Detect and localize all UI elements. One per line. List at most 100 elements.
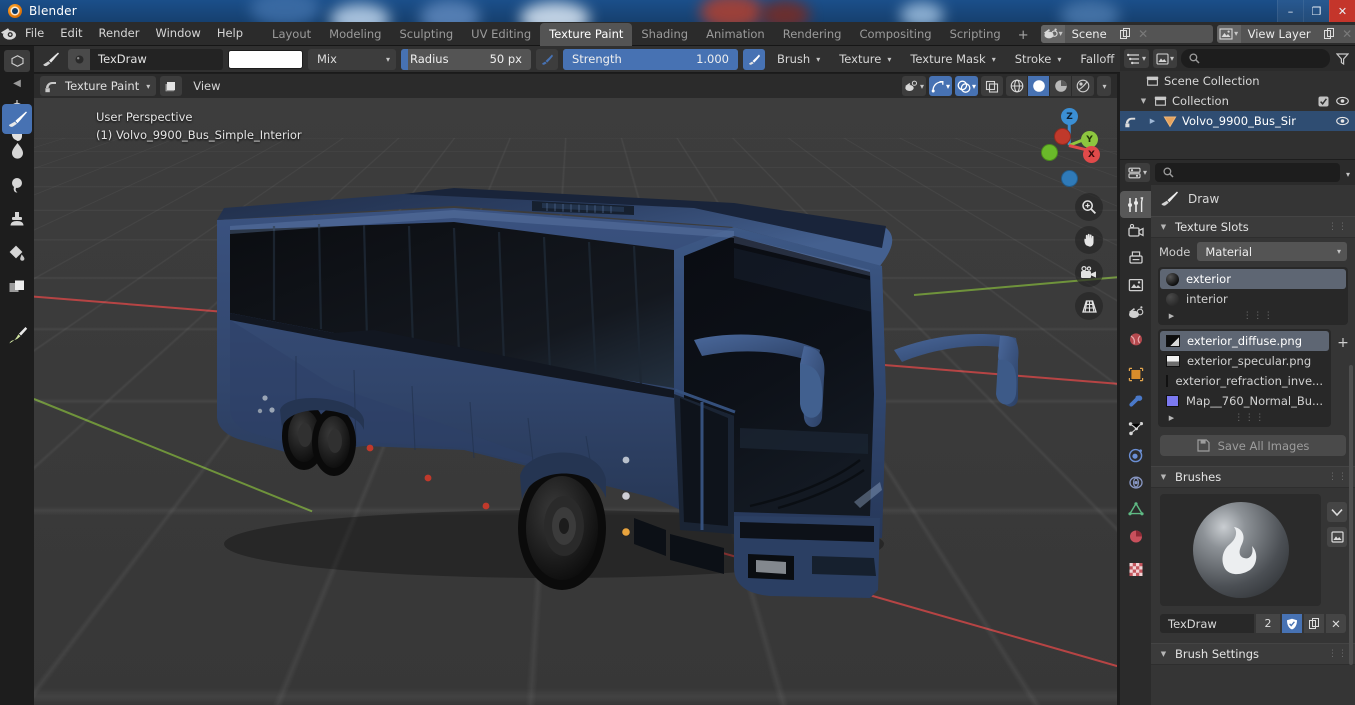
collapse-toolbar-icon[interactable]: ◀ <box>13 78 21 89</box>
stroke-menu[interactable]: Stroke ▾ <box>1008 49 1069 70</box>
workspace-tab-sculpting[interactable]: Sculpting <box>390 23 462 46</box>
workspace-tab-layout[interactable]: Layout <box>263 23 320 46</box>
tab-tool[interactable] <box>1120 191 1151 218</box>
zoom-icon[interactable] <box>1075 193 1103 221</box>
tab-view-layer[interactable] <box>1120 272 1151 299</box>
filter-icon[interactable] <box>1334 52 1351 65</box>
tab-particles[interactable] <box>1120 415 1151 442</box>
outliner-row-bus-object[interactable]: ▶ Volvo_9900_Bus_Sir <box>1120 111 1355 131</box>
maximize-button[interactable]: ❐ <box>1303 0 1329 22</box>
outliner-row-scene-collection[interactable]: Scene Collection <box>1120 71 1355 91</box>
tab-texture[interactable] <box>1120 556 1151 583</box>
menu-render[interactable]: Render <box>91 23 148 44</box>
object-icon[interactable] <box>160 76 183 96</box>
properties-body[interactable]: Draw ▼ Texture Slots ⋮⋮ Mode Material ▾ … <box>1151 185 1355 705</box>
tab-material[interactable] <box>1120 523 1151 550</box>
tab-object[interactable] <box>1120 361 1151 388</box>
gizmo-axis-y-neg[interactable] <box>1041 144 1058 161</box>
menu-file[interactable]: File <box>17 23 52 44</box>
new-scene-button[interactable] <box>1116 24 1135 43</box>
tool-soften[interactable] <box>1 134 33 168</box>
unlink-brush-button[interactable]: ✕ <box>1326 614 1346 633</box>
properties-editor-icon[interactable]: ▾ <box>1125 163 1151 182</box>
brush-users-count[interactable]: 2 <box>1256 614 1280 633</box>
brush-icon[interactable] <box>37 49 63 70</box>
panel-collapse-icon[interactable]: ▼ <box>1158 650 1169 658</box>
collection-checkbox[interactable] <box>1318 96 1329 107</box>
tab-scene[interactable] <box>1120 299 1151 326</box>
editor-type-icon[interactable] <box>4 50 30 72</box>
panel-header-texture-slots[interactable]: ▼ Texture Slots ⋮⋮ <box>1151 216 1355 238</box>
brush-preset-dropdown-icon[interactable] <box>1327 502 1347 522</box>
scene-selector[interactable]: ▾ Scene ✕ <box>1040 24 1213 43</box>
visibility-eye-icon[interactable] <box>1336 116 1349 126</box>
tab-modifiers[interactable] <box>1120 388 1151 415</box>
list-expand-icon[interactable]: ▶ <box>1166 414 1177 422</box>
gizmo-axis-x-neg[interactable] <box>1054 128 1071 145</box>
shading-material-icon[interactable] <box>1050 76 1072 96</box>
3d-viewport[interactable]: User Perspective (1) Volvo_9900_Bus_Simp… <box>34 98 1117 705</box>
gizmo-axis-z[interactable]: Z <box>1061 108 1078 125</box>
material-slot-list[interactable]: exterior interior ▶ ⋮⋮⋮ <box>1158 267 1348 325</box>
workspace-tab-scripting[interactable]: Scripting <box>941 23 1010 46</box>
gizmo-axis-x[interactable]: X <box>1083 146 1100 163</box>
navigation-gizmo[interactable]: Z Y X <box>1033 106 1105 187</box>
tool-annotate[interactable] <box>1 318 33 352</box>
tab-world[interactable] <box>1120 326 1151 353</box>
texture-mask-menu[interactable]: Texture Mask ▾ <box>903 49 1002 70</box>
workspace-tab-uv-editing[interactable]: UV Editing <box>462 23 540 46</box>
strength-pressure-toggle[interactable] <box>743 48 765 70</box>
properties-search-input[interactable] <box>1155 163 1340 182</box>
tab-physics[interactable] <box>1120 442 1151 469</box>
interaction-mode-selector[interactable]: Texture Paint ▾ <box>40 76 157 96</box>
workspace-tab-modeling[interactable]: Modeling <box>320 23 390 46</box>
tool-clone[interactable] <box>1 202 33 236</box>
menu-edit[interactable]: Edit <box>52 23 90 44</box>
list-item-texture-normal[interactable]: Map__760_Normal_Bu... <box>1160 391 1329 411</box>
list-item-texture-specular[interactable]: exterior_specular.png <box>1160 351 1329 371</box>
panel-collapse-icon[interactable]: ▼ <box>1158 223 1169 231</box>
brush-new-image-icon[interactable] <box>1327 527 1347 547</box>
toggle-perspective-icon[interactable] <box>1075 292 1103 320</box>
tab-output[interactable] <box>1120 245 1151 272</box>
gizmo-icon[interactable]: ▾ <box>928 76 952 96</box>
panel-header-brush-settings[interactable]: ▼ Brush Settings ⋮⋮ <box>1151 643 1355 665</box>
brush-preview[interactable] <box>1160 494 1321 606</box>
outliner-search-input[interactable] <box>1181 49 1330 68</box>
view-layer-selector[interactable]: ▾ View Layer ✕ <box>1216 24 1355 43</box>
texture-menu[interactable]: Texture ▾ <box>832 49 898 70</box>
overlays-icon[interactable]: ▾ <box>954 76 978 96</box>
workspace-tab-compositing[interactable]: Compositing <box>850 23 940 46</box>
workspace-tab-animation[interactable]: Animation <box>697 23 774 46</box>
list-item-texture-diffuse[interactable]: exterior_diffuse.png <box>1160 331 1329 351</box>
tool-fill[interactable] <box>1 236 33 270</box>
save-all-images-button[interactable]: Save All Images <box>1160 435 1346 456</box>
panel-header-brushes[interactable]: ▼ Brushes ⋮⋮ <box>1151 466 1355 488</box>
visibility-icon[interactable]: ▾ <box>901 76 926 96</box>
list-item-texture-refraction[interactable]: exterior_refraction_inve... <box>1160 371 1329 391</box>
bus-model[interactable] <box>34 98 1117 705</box>
gizmo-axis-z-neg[interactable] <box>1061 170 1078 187</box>
view-menu[interactable]: View <box>186 76 227 97</box>
tool-mask[interactable] <box>1 270 33 304</box>
strength-slider[interactable]: Strength 1.000 <box>563 48 738 70</box>
shading-solid-icon[interactable] <box>1028 76 1050 96</box>
menu-help[interactable]: Help <box>209 23 251 44</box>
pan-hand-icon[interactable] <box>1075 226 1103 254</box>
shield-icon[interactable] <box>1282 614 1302 633</box>
texture-mode-dropdown[interactable]: Material ▾ <box>1197 242 1347 261</box>
brush-name-field[interactable]: TexDraw <box>1160 614 1254 633</box>
new-view-layer-button[interactable] <box>1320 24 1339 43</box>
shading-rendered-icon[interactable] <box>1072 76 1094 96</box>
camera-view-icon[interactable] <box>1075 259 1103 287</box>
blend-mode-dropdown[interactable]: Mix ▾ <box>308 48 396 70</box>
brush-data-selector[interactable]: TexDraw <box>68 48 223 70</box>
list-item-material-interior[interactable]: interior <box>1160 289 1346 309</box>
panel-collapse-icon[interactable]: ▼ <box>1158 473 1169 481</box>
tool-smear[interactable] <box>1 168 33 202</box>
workspace-tab-shading[interactable]: Shading <box>632 23 697 46</box>
brush-menu[interactable]: Brush ▾ <box>770 49 827 70</box>
workspace-tab-rendering[interactable]: Rendering <box>774 23 851 46</box>
outliner-display-mode-icon[interactable]: ▾ <box>1124 49 1150 68</box>
remove-view-layer-button[interactable]: ✕ <box>1339 25 1355 43</box>
